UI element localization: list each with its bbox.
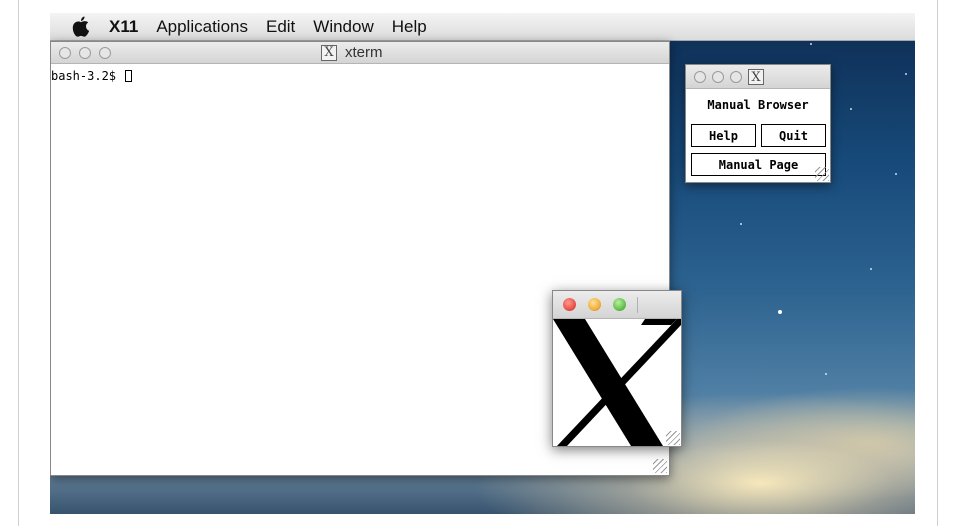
zoom-button[interactable] (730, 71, 742, 83)
zoom-button[interactable] (613, 298, 626, 311)
resize-grip-icon[interactable] (815, 167, 829, 181)
xterm-title-bar[interactable]: X xterm (51, 42, 669, 64)
desktop: X11 Applications Edit Window Help X xter… (50, 13, 915, 514)
window-title-text: xterm (345, 44, 383, 61)
star (825, 373, 827, 375)
manual-browser-window[interactable]: X Manual Browser Help Quit Manual Page (685, 64, 831, 183)
xterm-title: X xterm (321, 44, 383, 61)
help-button[interactable]: Help (691, 124, 756, 147)
close-button[interactable] (59, 47, 71, 59)
menu-applications[interactable]: Applications (147, 17, 257, 37)
menu-edit[interactable]: Edit (257, 17, 304, 37)
manual-browser-title-bar[interactable]: X (686, 65, 830, 89)
zoom-button[interactable] (99, 47, 111, 59)
x-logo-icon (553, 319, 681, 446)
menu-app-x11[interactable]: X11 (100, 17, 147, 37)
x11-app-icon: X (748, 69, 764, 85)
x11-app-icon: X (321, 44, 337, 61)
minimize-button[interactable] (79, 47, 91, 59)
star (810, 43, 812, 45)
resize-grip-icon[interactable] (653, 459, 667, 473)
close-button[interactable] (694, 71, 706, 83)
menu-help[interactable]: Help (383, 17, 436, 37)
minimize-button[interactable] (712, 71, 724, 83)
manual-page-button[interactable]: Manual Page (691, 153, 826, 176)
shell-prompt: bash-3.2$ (51, 69, 124, 83)
minimize-button[interactable] (588, 298, 601, 311)
star (850, 108, 852, 110)
star (895, 173, 897, 175)
xlogo-window[interactable] (552, 290, 682, 447)
menu-bar: X11 Applications Edit Window Help (50, 13, 915, 41)
quit-button[interactable]: Quit (761, 124, 826, 147)
star (870, 268, 872, 270)
star (778, 310, 782, 314)
resize-grip-icon[interactable] (666, 431, 680, 445)
star (905, 73, 907, 75)
manual-browser-heading: Manual Browser (707, 98, 809, 112)
star (740, 223, 742, 225)
terminal-output[interactable]: bash-3.2$ (51, 69, 133, 83)
xlogo-title-bar[interactable] (553, 291, 681, 319)
text-cursor (125, 70, 133, 82)
menu-window[interactable]: Window (304, 17, 382, 37)
apple-menu-icon[interactable] (70, 15, 92, 39)
close-button[interactable] (563, 298, 576, 311)
title-separator (637, 297, 638, 313)
